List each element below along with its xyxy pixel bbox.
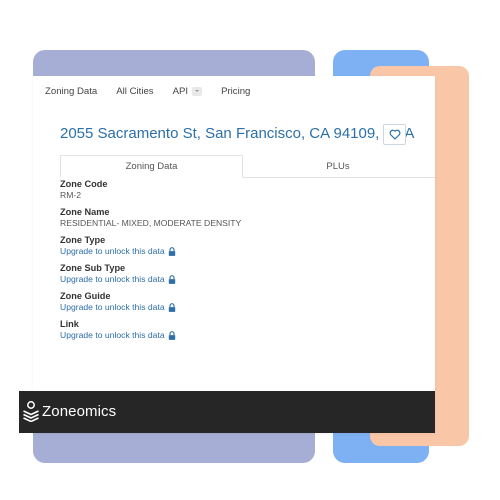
field-label: Zone Guide: [60, 291, 111, 301]
zoneomics-logo-icon: [23, 401, 39, 422]
heart-icon: [389, 129, 400, 140]
nav-item-zoning-data[interactable]: Zoning Data: [45, 86, 97, 97]
upgrade-link[interactable]: Upgrade to unlock this data: [60, 330, 420, 341]
field-label: Zone Name: [60, 207, 110, 217]
field-label: Link: [60, 319, 79, 329]
tab-bar: Zoning Data PLUs: [60, 155, 435, 178]
upgrade-link[interactable]: Upgrade to unlock this data: [60, 302, 420, 313]
lock-icon: [168, 247, 175, 256]
field-value: RESIDENTIAL- MIXED, MODERATE DENSITY: [60, 218, 242, 228]
field-zone-sub-type: Zone Sub Type Upgrade to unlock this dat…: [60, 263, 420, 285]
chevron-down-icon[interactable]: [192, 86, 203, 96]
field-label: Zone Sub Type: [60, 263, 126, 273]
brand-logo[interactable]: Zoneomics: [22, 400, 116, 422]
field-label: Zone Type: [60, 235, 106, 245]
nav-item-label: API: [172, 85, 189, 97]
upgrade-link-text: Upgrade to unlock this data: [60, 274, 165, 284]
field-value: RM-2: [60, 190, 82, 200]
upgrade-link-text: Upgrade to unlock this data: [60, 246, 165, 256]
field-label: Zone Code: [60, 179, 108, 189]
upgrade-link[interactable]: Upgrade to unlock this data: [60, 246, 420, 257]
field-zone-name: Zone Name RESIDENTIAL- MIXED, MODERATE D…: [60, 207, 420, 229]
field-zone-code: Zone Code RM-2: [60, 179, 420, 201]
app-window: Zoning Data All Cities API Pricing 2055 …: [33, 76, 435, 433]
lock-icon: [168, 331, 175, 340]
lock-icon: [168, 275, 175, 284]
nav-item-all-cities[interactable]: All Cities: [116, 86, 153, 97]
upgrade-link-text: Upgrade to unlock this data: [60, 330, 165, 340]
lock-icon: [168, 303, 175, 312]
nav-item-label: All Cities: [116, 85, 154, 97]
field-zone-guide: Zone Guide Upgrade to unlock this data: [60, 291, 420, 313]
favorite-button[interactable]: [383, 124, 406, 145]
footer-bar: Zoneomics: [19, 391, 435, 433]
property-address: 2055 Sacramento St, San Francisco, CA 94…: [60, 125, 415, 142]
nav-item-label: Zoning Data: [45, 85, 98, 97]
field-link: Link Upgrade to unlock this data: [60, 319, 420, 341]
nav-item-label: Pricing: [221, 85, 251, 97]
tab-plus[interactable]: PLUs: [243, 155, 433, 177]
tab-zoning-data[interactable]: Zoning Data: [60, 155, 243, 178]
upgrade-link[interactable]: Upgrade to unlock this data: [60, 274, 420, 285]
nav-item-api[interactable]: API: [172, 85, 203, 97]
field-zone-type: Zone Type Upgrade to unlock this data: [60, 235, 420, 257]
brand-name: Zoneomics: [42, 402, 117, 420]
zoning-details: Zone Code RM-2 Zone Name RESIDENTIAL- MI…: [60, 179, 420, 347]
top-nav: Zoning Data All Cities API Pricing: [45, 81, 269, 101]
upgrade-link-text: Upgrade to unlock this data: [60, 302, 165, 312]
nav-item-pricing[interactable]: Pricing: [221, 86, 250, 97]
